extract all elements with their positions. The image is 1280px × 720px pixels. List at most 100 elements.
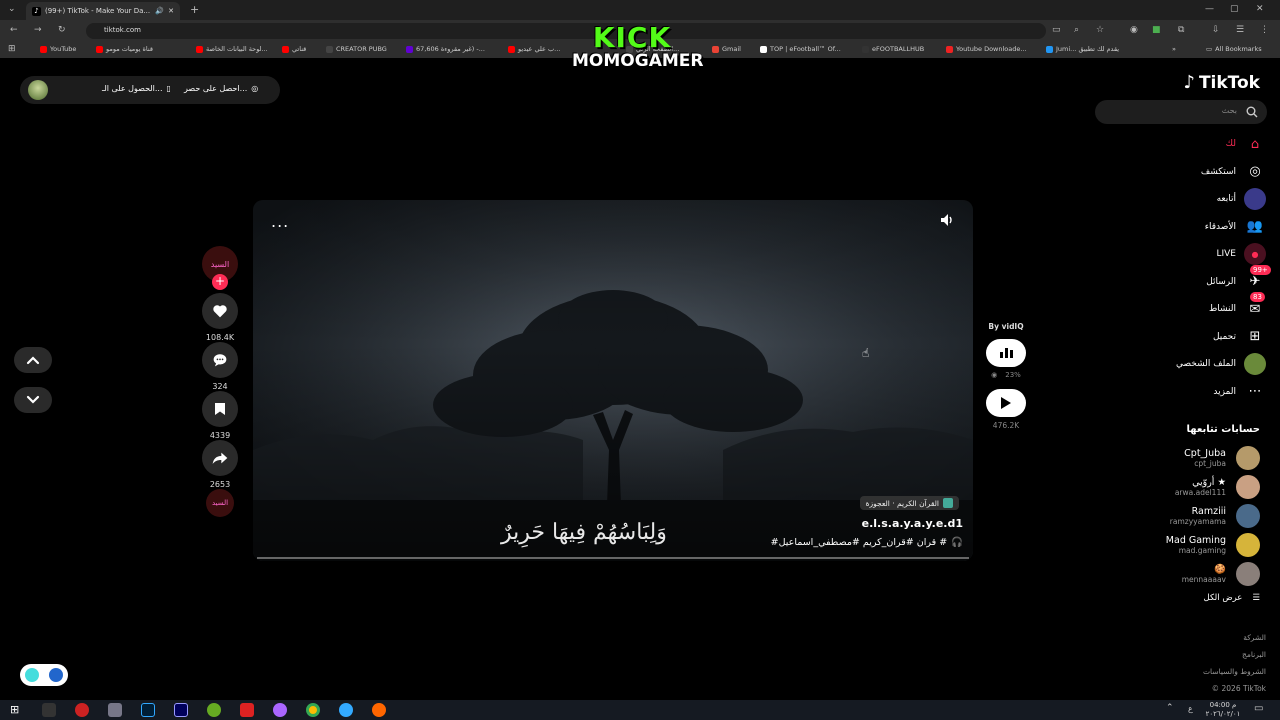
sidebar-item-label: أتابعه [1216, 194, 1236, 204]
sidebar: ♪ TikTok بحث لك ⌂ استكشف ◎ أتابعه ● الأصدقاء 👥 L… [1095, 60, 1280, 700]
tab-search-icon[interactable]: ⌄ [8, 4, 16, 14]
downloads-icon[interactable]: ⇩ [1212, 25, 1220, 35]
search-input[interactable]: بحث [1095, 100, 1267, 124]
minimize-icon[interactable]: — [1205, 4, 1214, 14]
sidebar-item-friends[interactable]: الأصدقاء 👥 [1205, 216, 1266, 238]
comment-button[interactable]: 324 [200, 342, 240, 391]
tiktok-logo[interactable]: ♪ TikTok [1183, 72, 1260, 93]
sidebar-item-live[interactable]: LIVE ● [1216, 243, 1266, 265]
footer-terms[interactable]: الشروط والسياسات [1203, 667, 1266, 676]
video-author[interactable]: e.l.s.a.y.a.y.e.d1 [862, 517, 963, 530]
sidebar-item-activity[interactable]: النشاط ✉ 83 [1208, 292, 1266, 320]
premiere-icon[interactable] [174, 703, 188, 717]
bookmark-item[interactable]: 67,606 غير مقروءة) -... [406, 45, 485, 53]
see-all-button[interactable]: عرض الكل ☰ [1204, 593, 1260, 603]
bookmark-item[interactable]: Jumi... يقدم لك تطبيق [1046, 45, 1119, 53]
url-input[interactable]: tiktok.com [86, 23, 1046, 39]
bottom-toggle[interactable] [20, 664, 68, 686]
following-account[interactable]: Mad Gaming mad.gaming [1166, 533, 1260, 557]
like-button[interactable]: 108.4K [200, 293, 240, 342]
following-account[interactable]: Cpt_Juba cpt_juba [1184, 446, 1260, 470]
bookmarks-overflow-icon[interactable]: » [1172, 45, 1176, 53]
sidebar-item-profile[interactable]: الملف الشخصي ● [1176, 353, 1266, 375]
video-progress-bar[interactable] [257, 557, 969, 559]
bookmark-star-icon[interactable]: ☆ [1096, 25, 1104, 35]
bookmark-item[interactable]: TOP | eFootball™ Of... [760, 45, 841, 53]
zoom-icon[interactable]: ⌕ [1074, 25, 1079, 35]
sidebar-item-more[interactable]: المزيد ⋯ [1213, 381, 1266, 403]
photoshop-icon[interactable] [141, 703, 155, 717]
sidebar-item-following[interactable]: أتابعه ● [1217, 188, 1266, 210]
bookmark-item[interactable]: CREATOR PUBG [326, 45, 387, 53]
cursor-hand-icon: ☝ [862, 346, 870, 360]
get-app-button[interactable]: الحصول على الـ... ▯ [102, 84, 171, 93]
bookmark-item[interactable]: قناة يوميات مومو [96, 45, 153, 53]
user-avatar[interactable] [28, 80, 48, 100]
following-account[interactable]: 🍪 mennaaaav [1182, 562, 1260, 586]
sidebar-item-label: النشاط [1208, 304, 1236, 314]
next-video-button[interactable] [14, 387, 52, 413]
creator-avatar-button[interactable]: السيد + [200, 246, 240, 290]
notifications-icon[interactable]: ▭ [1254, 703, 1263, 714]
firefox-icon[interactable] [372, 703, 386, 717]
footer-program[interactable]: البرنامج [1242, 650, 1266, 659]
save-button[interactable]: 4339 [200, 391, 240, 440]
footer-company[interactable]: الشركة [1243, 633, 1266, 642]
tab-close-icon[interactable]: ✕ [168, 7, 174, 15]
apps-grid-icon[interactable]: ⊞ [8, 44, 16, 54]
vidiq-stats-button[interactable] [986, 339, 1026, 367]
follow-plus-icon[interactable]: + [212, 274, 228, 290]
sidebar-item-home[interactable]: لك ⌂ [1226, 133, 1266, 155]
bookmark-item[interactable]: قناتي [282, 45, 306, 53]
taskbar-clock[interactable]: 04:00 م ٢٠٢٦/٠٢/٠١ [1200, 701, 1246, 719]
vidiq-play-button[interactable] [986, 389, 1026, 417]
browser-tab[interactable]: ♪ (99+) TikTok - Make Your Da... 🔊 ✕ [26, 2, 180, 20]
get-coins-button[interactable]: احصل على حصر... ◎ [184, 84, 258, 93]
following-account[interactable]: أروّيي ★ arwa.adel111 [1175, 475, 1260, 499]
sidebar-item-upload[interactable]: تحميل ⊞ [1213, 326, 1266, 348]
profile-menu-icon[interactable]: ☰ [1236, 25, 1244, 35]
sidebar-item-compass[interactable]: استكشف ◎ [1201, 161, 1266, 183]
music-disc-button[interactable]: السيد [200, 489, 240, 517]
taskbar-app-icon-2[interactable] [75, 703, 89, 717]
bookmark-item[interactable]: لوحة البيانات الخاصة... [196, 45, 268, 53]
bookmark-item[interactable]: Youtube Downloade... [946, 45, 1027, 53]
bookmark-item[interactable]: Gmail [712, 45, 741, 53]
windows-start-icon[interactable]: ⊞ [10, 703, 19, 716]
previous-video-button[interactable] [14, 347, 52, 373]
chrome-taskbar-icon[interactable] [306, 703, 320, 717]
sidebar-item-messages[interactable]: الرسائل ✈ 99+ [1206, 264, 1271, 293]
taskbar-app-icon-10[interactable] [339, 703, 353, 717]
forward-icon[interactable]: → [34, 25, 42, 35]
search-icon[interactable] [1246, 106, 1258, 118]
close-window-icon[interactable]: ✕ [1256, 4, 1264, 14]
bookmark-item[interactable]: YouTube [40, 45, 76, 53]
video-player[interactable]: ... القرآن الكريم · العجوزة e.l.s.a.y.a.… [253, 200, 973, 561]
extensions-puzzle-icon[interactable]: ⧉ [1178, 25, 1184, 35]
sidebar-item-label: استكشف [1200, 166, 1236, 177]
tab-audio-icon[interactable]: 🔊 [155, 7, 164, 15]
tray-chevron-icon[interactable]: ⌃ [1166, 703, 1174, 713]
taskbar-app-icon-8[interactable] [273, 703, 287, 717]
hashtag-chip[interactable]: القرآن الكريم · العجوزة [859, 496, 959, 510]
taskbar-app-icon-1[interactable] [42, 703, 56, 717]
bookmark-item[interactable]: ب علي عيديو... [508, 45, 560, 53]
bookmark-item[interactable]: eFOOTBALLHUB [862, 45, 924, 53]
volume-button[interactable] [939, 212, 955, 232]
cast-icon[interactable]: ▭ [1052, 25, 1061, 35]
new-tab-icon[interactable]: + [190, 3, 199, 16]
all-bookmarks-folder[interactable]: ▭ All Bookmarks [1206, 45, 1262, 53]
share-button[interactable]: 2653 [200, 440, 240, 489]
taskbar-app-icon-6[interactable] [207, 703, 221, 717]
chrome-menu-icon[interactable]: ⋮ [1260, 25, 1269, 35]
following-account[interactable]: Ramziii ramzyyamama [1170, 504, 1260, 528]
tray-lang-icon[interactable]: ع [1188, 704, 1193, 713]
taskbar-app-icon-3[interactable] [108, 703, 122, 717]
maximize-icon[interactable]: ▢ [1230, 4, 1239, 14]
reload-icon[interactable]: ↻ [58, 25, 66, 35]
more-options-button[interactable]: ... [271, 212, 289, 231]
back-icon[interactable]: ← [10, 25, 18, 35]
extension-color-icon[interactable]: ■ [1152, 25, 1161, 35]
extension-icon[interactable]: ◉ [1130, 25, 1138, 35]
taskbar-app-icon-7[interactable] [240, 703, 254, 717]
